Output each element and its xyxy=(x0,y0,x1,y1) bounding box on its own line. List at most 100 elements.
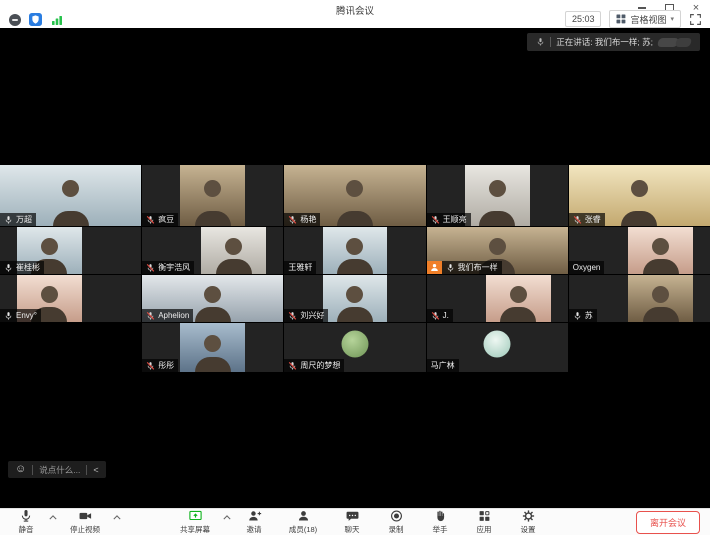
video-tile[interactable]: Envy° xyxy=(0,275,141,322)
tencent-meeting-window: 腾讯会议 × 25:03 宫格视图 ▾ xyxy=(0,0,710,535)
grid-view-button[interactable]: 宫格视图 ▾ xyxy=(609,10,681,28)
settings-button[interactable]: 设置 xyxy=(507,509,549,535)
participant-name-label: 王顺亮 xyxy=(427,213,471,226)
participant-video xyxy=(180,323,245,372)
share-options-chevron[interactable] xyxy=(222,509,232,535)
video-tile[interactable]: Aphelion xyxy=(142,275,283,322)
mic-muted-icon xyxy=(431,215,440,225)
share-screen-label: 共享屏幕 xyxy=(180,524,210,535)
participant-video xyxy=(323,227,388,274)
meeting-info-button[interactable] xyxy=(8,13,21,26)
participant-name-text: 彤彤 xyxy=(158,360,174,371)
video-tile[interactable]: 万超 xyxy=(0,165,141,226)
video-tile[interactable]: 我们布一样 xyxy=(427,227,568,274)
participant-name-label: Envy° xyxy=(0,309,41,322)
invite-label: 邀请 xyxy=(247,524,262,535)
mic-on-icon xyxy=(446,263,455,273)
bottom-toolbar: 静音 停止视频 共享屏幕 邀请 成员(18) 聊天 录制 xyxy=(0,508,710,535)
video-tile[interactable]: 马广林 xyxy=(427,323,568,372)
mute-button[interactable]: 静音 xyxy=(5,509,47,535)
mic-muted-icon xyxy=(146,215,155,225)
mic-muted-icon xyxy=(288,361,297,371)
participant-name-text: Envy° xyxy=(16,311,37,320)
participant-name-label: 崔桂彬 xyxy=(0,261,44,274)
stop-video-label: 停止视频 xyxy=(70,524,100,535)
video-tile[interactable]: 刘兴好 xyxy=(284,275,425,322)
chat-label: 聊天 xyxy=(345,524,360,535)
chat-button[interactable]: 聊天 xyxy=(331,509,373,535)
participant-name-label: 彤彤 xyxy=(142,359,178,372)
person-add-icon xyxy=(247,509,262,523)
video-tile[interactable]: 王顺亮 xyxy=(427,165,568,226)
emoji-button[interactable]: ☺ xyxy=(15,464,26,475)
empty-cell xyxy=(569,323,710,372)
participant-name-text: 马广林 xyxy=(431,360,455,371)
divider xyxy=(86,465,87,475)
gear-icon xyxy=(521,509,536,523)
fullscreen-button[interactable] xyxy=(689,13,702,26)
participant-name-label: 张睿 xyxy=(569,213,605,226)
video-tile[interactable]: 杨艳 xyxy=(284,165,425,226)
video-tile[interactable]: 疯豆 xyxy=(142,165,283,226)
chat-quick-bar: ☺ 说点什么... < xyxy=(8,461,106,478)
minimize-icon xyxy=(638,7,646,8)
apps-grid-icon xyxy=(477,509,492,523)
video-tile[interactable]: 崔桂彬 xyxy=(0,227,141,274)
mic-muted-icon xyxy=(288,311,297,321)
video-tile[interactable]: 周尺的梦想 xyxy=(284,323,425,372)
empty-cell xyxy=(0,323,141,372)
mic-muted-icon xyxy=(146,311,155,321)
raise-hand-button[interactable]: 举手 xyxy=(419,509,461,535)
speaking-indicator: 正在讲话: 我们布一样; 苏; xyxy=(527,33,700,51)
video-options-chevron[interactable] xyxy=(112,509,122,535)
participant-name-text: 王顺亮 xyxy=(443,214,467,225)
video-tile[interactable]: J. xyxy=(427,275,568,322)
members-button[interactable]: 成员(18) xyxy=(277,509,329,535)
mic-muted-icon xyxy=(146,361,155,371)
leave-meeting-button[interactable]: 离开会议 xyxy=(636,511,700,534)
record-button[interactable]: 录制 xyxy=(375,509,417,535)
participant-name-text: J. xyxy=(443,311,449,320)
participant-name-text: 万超 xyxy=(16,214,32,225)
participant-video xyxy=(628,275,693,322)
network-signal-button[interactable] xyxy=(50,13,63,26)
participant-name-label: 万超 xyxy=(0,213,36,226)
stop-video-button[interactable]: 停止视频 xyxy=(59,509,111,535)
invite-button[interactable]: 邀请 xyxy=(233,509,275,535)
video-tile[interactable]: Oxygen xyxy=(569,227,710,274)
mute-label: 静音 xyxy=(19,524,34,535)
collapse-chat-button[interactable]: < xyxy=(93,465,98,475)
video-tile[interactable]: 衡宇浩风 xyxy=(142,227,283,274)
share-screen-button[interactable]: 共享屏幕 xyxy=(169,509,221,535)
record-label: 录制 xyxy=(389,524,404,535)
participant-name-text: 崔桂彬 xyxy=(16,262,40,273)
participant-name-label: 苏 xyxy=(569,309,597,322)
participant-name-label: 疯豆 xyxy=(142,213,178,226)
apps-button[interactable]: 应用 xyxy=(463,509,505,535)
participant-name-label: 衡宇浩风 xyxy=(142,261,194,274)
video-tile[interactable]: 彤彤 xyxy=(142,323,283,372)
hand-raised-badge xyxy=(427,261,442,274)
title-bar: 腾讯会议 × 25:03 宫格视图 ▾ xyxy=(0,0,710,28)
participant-video xyxy=(628,227,693,274)
divider xyxy=(32,465,33,475)
participant-name-text: 王雅轩 xyxy=(288,262,312,273)
participant-name-label: 刘兴好 xyxy=(284,309,328,322)
participant-video xyxy=(486,275,551,322)
participant-video xyxy=(465,165,530,226)
mute-options-chevron[interactable] xyxy=(48,509,58,535)
video-tile[interactable]: 王雅轩 xyxy=(284,227,425,274)
security-guard-button[interactable] xyxy=(29,13,42,26)
mic-on-icon xyxy=(4,311,13,321)
mic-on-icon xyxy=(573,311,582,321)
participant-name-label: 马广林 xyxy=(427,359,459,372)
chat-input[interactable]: 说点什么... xyxy=(39,464,80,476)
video-tile[interactable]: 张睿 xyxy=(569,165,710,226)
video-tile[interactable]: 苏 xyxy=(569,275,710,322)
raise-hand-label: 举手 xyxy=(433,524,448,535)
meeting-info-icon xyxy=(9,14,21,26)
participant-name-label: 王雅轩 xyxy=(284,261,316,274)
mic-icon xyxy=(19,509,33,523)
mic-muted-icon xyxy=(573,215,582,225)
mic-muted-icon xyxy=(146,263,155,273)
